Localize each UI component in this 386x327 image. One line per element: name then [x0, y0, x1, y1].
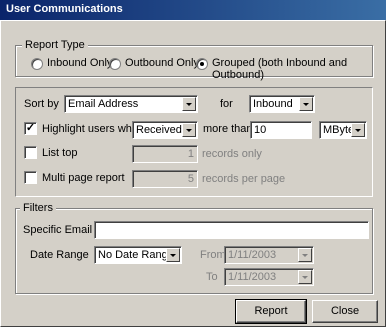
- highlight-label[interactable]: Highlight users who: [42, 123, 138, 135]
- specific-email-input[interactable]: [94, 221, 369, 239]
- for-label: for: [220, 98, 233, 110]
- from-label: From: [200, 249, 226, 261]
- from-date-picker[interactable]: 1/11/2003: [224, 246, 314, 264]
- sort-by-label: Sort by: [24, 98, 59, 110]
- report-button[interactable]: Report: [235, 299, 307, 324]
- records-per-page-label: records per page: [202, 173, 286, 185]
- list-top-label[interactable]: List top: [42, 147, 77, 159]
- outbound-only-radio[interactable]: [109, 58, 121, 70]
- records-only-label: records only: [202, 148, 262, 160]
- direction-select[interactable]: Inbound: [249, 95, 315, 113]
- highlight-action-value: Received: [136, 124, 182, 136]
- chevron-down-icon[interactable]: [182, 123, 196, 137]
- to-date-value: 1/11/2003: [228, 271, 277, 283]
- highlight-amount-input[interactable]: 10: [250, 121, 312, 139]
- list-top-input[interactable]: 1: [132, 145, 198, 163]
- sort-options-panel: Sort by Email Address for Inbound ✓ High…: [15, 87, 373, 197]
- highlight-action-select[interactable]: Received: [132, 121, 198, 139]
- multi-page-checkbox[interactable]: [24, 171, 37, 184]
- date-range-value: No Date Range: [98, 249, 174, 261]
- to-date-picker[interactable]: 1/11/2003: [224, 268, 314, 286]
- inbound-only-radio[interactable]: [31, 58, 43, 70]
- chevron-down-icon[interactable]: [182, 97, 196, 111]
- sort-by-value: Email Address: [68, 98, 139, 110]
- chevron-down-icon[interactable]: [166, 248, 180, 262]
- dialog-body: Report Type Inbound Only Outbound Only G…: [0, 20, 386, 327]
- highlight-checkbox[interactable]: ✓: [24, 122, 37, 135]
- outbound-only-label[interactable]: Outbound Only: [125, 57, 199, 69]
- specific-email-label: Specific Email: [23, 224, 93, 236]
- window-title: User Communications: [0, 0, 386, 20]
- chevron-down-icon[interactable]: [299, 97, 313, 111]
- to-label: To: [206, 271, 218, 283]
- grouped-label[interactable]: Grouped (both Inbound and Outbound): [212, 57, 372, 81]
- more-than-label: more than: [203, 123, 253, 135]
- highlight-unit-select[interactable]: MBytes: [319, 121, 367, 139]
- report-type-group: Report Type Inbound Only Outbound Only G…: [15, 39, 373, 81]
- filters-group: Filters Specific Email Date Range No Dat…: [15, 202, 373, 294]
- chevron-down-icon[interactable]: [351, 123, 365, 137]
- close-button[interactable]: Close: [312, 300, 378, 323]
- multi-page-label[interactable]: Multi page report: [42, 172, 125, 184]
- inbound-only-label[interactable]: Inbound Only: [47, 57, 112, 69]
- grouped-radio[interactable]: [196, 58, 208, 70]
- chevron-down-icon[interactable]: [298, 248, 312, 262]
- report-type-legend: Report Type: [22, 39, 88, 51]
- multi-page-input[interactable]: 5: [132, 170, 198, 188]
- from-date-value: 1/11/2003: [228, 249, 277, 261]
- chevron-down-icon[interactable]: [298, 270, 312, 284]
- date-range-select[interactable]: No Date Range: [94, 246, 182, 264]
- filters-legend: Filters: [20, 202, 56, 214]
- list-top-checkbox[interactable]: [24, 146, 37, 159]
- sort-by-select[interactable]: Email Address: [64, 95, 198, 113]
- date-range-label: Date Range: [30, 249, 89, 261]
- direction-value: Inbound: [253, 98, 293, 110]
